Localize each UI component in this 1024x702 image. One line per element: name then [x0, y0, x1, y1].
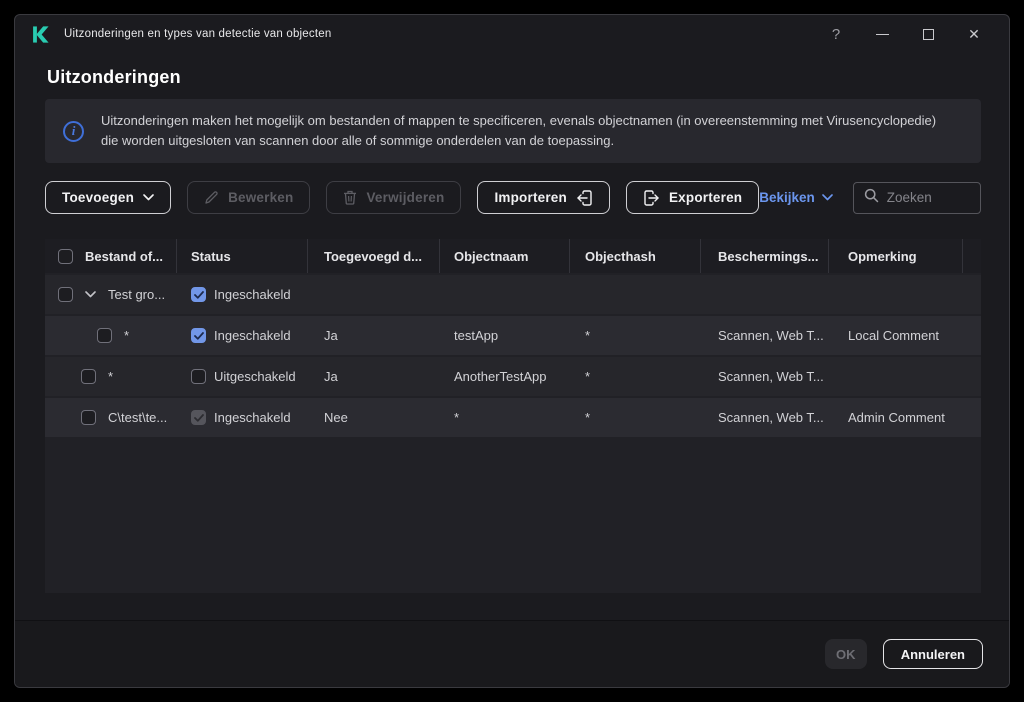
table-row-group[interactable]: Test gro... Ingeschakeld	[45, 275, 981, 314]
status-label: Ingeschakeld	[214, 410, 291, 425]
objectname-cell: *	[440, 398, 570, 437]
protection-cell: Scannen, Web T...	[701, 316, 829, 355]
import-button[interactable]: Importeren	[477, 181, 610, 214]
chevron-down-icon	[143, 194, 154, 201]
export-button[interactable]: Exporteren	[626, 181, 759, 214]
window-title: Uitzonderingen en types van detectie van…	[64, 28, 331, 40]
minimize-icon	[876, 34, 889, 35]
row-checkbox[interactable]	[58, 287, 73, 302]
info-icon: i	[63, 121, 84, 142]
search-box[interactable]	[853, 182, 981, 214]
file-cell: *	[124, 328, 129, 343]
row-checkbox[interactable]	[97, 328, 112, 343]
added-cell: Nee	[308, 398, 440, 437]
objectname-cell: AnotherTestApp	[440, 357, 570, 396]
added-cell: Ja	[308, 316, 440, 355]
comment-cell	[829, 357, 963, 396]
help-button[interactable]: ?	[813, 15, 859, 53]
delete-button-label: Verwijderen	[366, 190, 444, 205]
column-header-status[interactable]: Status	[177, 239, 308, 273]
row-checkbox[interactable]	[81, 410, 96, 425]
close-button[interactable]: ✕	[951, 15, 997, 53]
pencil-icon	[204, 190, 219, 205]
search-icon	[864, 188, 879, 208]
import-icon	[576, 190, 593, 206]
window-controls: ? ✕	[813, 15, 1009, 53]
column-header-comment[interactable]: Opmerking	[829, 239, 963, 273]
objectname-cell: testApp	[440, 316, 570, 355]
column-header-objectname[interactable]: Objectnaam	[440, 239, 570, 273]
column-header-spacer	[963, 239, 981, 273]
add-button-label: Toevoegen	[62, 190, 134, 205]
status-label: Ingeschakeld	[214, 328, 291, 343]
page-title: Uitzonderingen	[47, 67, 1009, 88]
objecthash-cell: *	[570, 357, 701, 396]
edit-button[interactable]: Bewerken	[187, 181, 310, 214]
app-window: Uitzonderingen en types van detectie van…	[14, 14, 1010, 688]
column-header-file[interactable]: Bestand of...	[45, 239, 177, 273]
view-dropdown[interactable]: Bekijken	[759, 190, 833, 205]
ok-button[interactable]: OK	[825, 639, 867, 669]
exclusions-table: Bestand of... Status Toegevoegd d... Obj…	[45, 239, 981, 593]
info-banner: i Uitzonderingen maken het mogelijk om b…	[45, 99, 981, 163]
added-cell: Ja	[308, 357, 440, 396]
title-bar: Uitzonderingen en types van detectie van…	[15, 15, 1009, 53]
select-all-checkbox[interactable]	[58, 249, 73, 264]
export-icon	[643, 190, 660, 206]
table-row[interactable]: * Uitgeschakeld Ja AnotherTestApp * Scan…	[45, 357, 981, 396]
column-header-added[interactable]: Toegevoegd d...	[308, 239, 440, 273]
status-label: Uitgeschakeld	[214, 369, 296, 384]
view-dropdown-label: Bekijken	[759, 190, 815, 205]
cancel-button[interactable]: Annuleren	[883, 639, 983, 669]
table-row[interactable]: * Ingeschakeld Ja testApp * Scannen, Web…	[45, 316, 981, 355]
group-name: Test gro...	[108, 287, 165, 302]
comment-cell: Local Comment	[829, 316, 963, 355]
column-header-objecthash[interactable]: Objecthash	[570, 239, 701, 273]
chevron-down-icon[interactable]	[85, 291, 96, 298]
search-input[interactable]	[887, 190, 970, 205]
status-checkbox[interactable]	[191, 328, 206, 343]
row-checkbox[interactable]	[81, 369, 96, 384]
trash-icon	[343, 190, 357, 205]
footer-bar: OK Annuleren	[15, 620, 1009, 687]
info-banner-text: Uitzonderingen maken het mogelijk om bes…	[101, 111, 981, 151]
delete-button[interactable]: Verwijderen	[326, 181, 461, 214]
toolbar: Toevoegen Bewerken Verwijderen Importere…	[45, 181, 981, 214]
minimize-button[interactable]	[859, 15, 905, 53]
edit-button-label: Bewerken	[228, 190, 293, 205]
kaspersky-logo-icon	[31, 25, 50, 44]
file-cell: *	[108, 369, 113, 384]
column-header-label: Bestand of...	[85, 249, 163, 264]
table-header: Bestand of... Status Toegevoegd d... Obj…	[45, 239, 981, 273]
status-label: Ingeschakeld	[214, 287, 291, 302]
add-button[interactable]: Toevoegen	[45, 181, 171, 214]
status-checkbox-disabled	[191, 410, 206, 425]
chevron-down-icon	[822, 194, 833, 201]
status-checkbox[interactable]	[191, 369, 206, 384]
comment-cell: Admin Comment	[829, 398, 963, 437]
file-cell: C\test\te...	[108, 410, 167, 425]
export-button-label: Exporteren	[669, 190, 742, 205]
protection-cell: Scannen, Web T...	[701, 357, 829, 396]
maximize-button[interactable]	[905, 15, 951, 53]
maximize-icon	[923, 29, 934, 40]
objecthash-cell: *	[570, 316, 701, 355]
column-header-protection[interactable]: Beschermings...	[701, 239, 829, 273]
table-row[interactable]: C\test\te... Ingeschakeld Nee * * Scanne…	[45, 398, 981, 437]
protection-cell: Scannen, Web T...	[701, 398, 829, 437]
objecthash-cell: *	[570, 398, 701, 437]
import-button-label: Importeren	[494, 190, 567, 205]
status-checkbox[interactable]	[191, 287, 206, 302]
